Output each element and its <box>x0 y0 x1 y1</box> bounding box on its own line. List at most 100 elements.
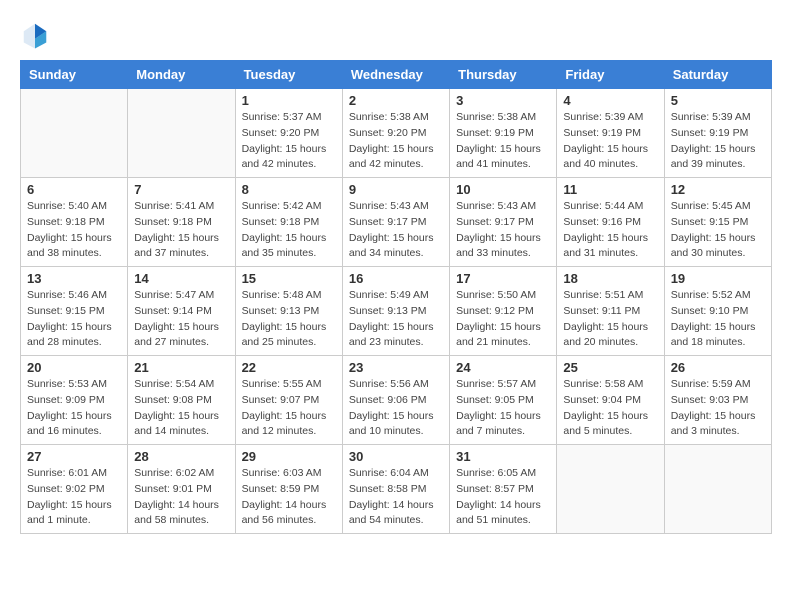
calendar-cell: 11 Sunrise: 5:44 AMSunset: 9:16 PMDayligh… <box>557 178 664 267</box>
calendar-header-row: SundayMondayTuesdayWednesdayThursdayFrid… <box>21 61 772 89</box>
day-info: Sunrise: 5:38 AMSunset: 9:20 PMDaylight:… <box>349 110 443 173</box>
calendar-cell: 21Sunrise: 5:54 AMSunset: 9:08 PMDayligh… <box>128 356 235 445</box>
calendar-cell: 2 Sunrise: 5:38 AMSunset: 9:20 PMDaylight… <box>342 89 449 178</box>
calendar-cell: 7 Sunrise: 5:41 AMSunset: 9:18 PMDaylight… <box>128 178 235 267</box>
calendar-week-row: 27Sunrise: 6:01 AMSunset: 9:02 PMDayligh… <box>21 445 772 534</box>
day-number: 16 <box>349 271 443 286</box>
weekday-header: Monday <box>128 61 235 89</box>
day-info: Sunrise: 5:55 AMSunset: 9:07 PMDaylight:… <box>242 377 336 440</box>
logo <box>20 20 52 50</box>
day-info: Sunrise: 5:59 AMSunset: 9:03 PMDaylight:… <box>671 377 765 440</box>
day-number: 4 <box>563 93 657 108</box>
weekday-header: Wednesday <box>342 61 449 89</box>
day-number: 18 <box>563 271 657 286</box>
weekday-header: Tuesday <box>235 61 342 89</box>
logo-icon <box>20 20 50 50</box>
day-number: 6 <box>27 182 121 197</box>
calendar-week-row: 13 Sunrise: 5:46 AMSunset: 9:15 PMDayligh… <box>21 267 772 356</box>
day-info: Sunrise: 5:58 AMSunset: 9:04 PMDaylight:… <box>563 377 657 440</box>
calendar-cell: 14 Sunrise: 5:47 AMSunset: 9:14 PMDayligh… <box>128 267 235 356</box>
day-number: 7 <box>134 182 228 197</box>
calendar-cell: 31 Sunrise: 6:05 AMSunset: 8:57 PMDayligh… <box>450 445 557 534</box>
calendar-week-row: 20 Sunrise: 5:53 AMSunset: 9:09 PMDayligh… <box>21 356 772 445</box>
weekday-header: Thursday <box>450 61 557 89</box>
calendar-cell: 3 Sunrise: 5:38 AMSunset: 9:19 PMDaylight… <box>450 89 557 178</box>
day-number: 24 <box>456 360 550 375</box>
day-number: 21 <box>134 360 228 375</box>
calendar-cell <box>557 445 664 534</box>
day-number: 28 <box>134 449 228 464</box>
day-number: 19 <box>671 271 765 286</box>
calendar-table: SundayMondayTuesdayWednesdayThursdayFrid… <box>20 60 772 534</box>
day-number: 31 <box>456 449 550 464</box>
day-number: 1 <box>242 93 336 108</box>
calendar-cell: 6Sunrise: 5:40 AMSunset: 9:18 PMDaylight… <box>21 178 128 267</box>
day-info: Sunrise: 5:39 AMSunset: 9:19 PMDaylight:… <box>671 110 765 173</box>
day-info: Sunrise: 6:03 AMSunset: 8:59 PMDaylight:… <box>242 466 336 529</box>
day-number: 17 <box>456 271 550 286</box>
calendar-cell: 29 Sunrise: 6:03 AMSunset: 8:59 PMDayligh… <box>235 445 342 534</box>
calendar-cell: 19 Sunrise: 5:52 AMSunset: 9:10 PMDayligh… <box>664 267 771 356</box>
calendar-cell: 17 Sunrise: 5:50 AMSunset: 9:12 PMDayligh… <box>450 267 557 356</box>
calendar-cell: 5 Sunrise: 5:39 AMSunset: 9:19 PMDaylight… <box>664 89 771 178</box>
calendar-cell <box>664 445 771 534</box>
calendar-cell: 9Sunrise: 5:43 AMSunset: 9:17 PMDaylight… <box>342 178 449 267</box>
day-info: Sunrise: 5:45 AMSunset: 9:15 PMDaylight:… <box>671 199 765 262</box>
calendar-cell: 10 Sunrise: 5:43 AMSunset: 9:17 PMDayligh… <box>450 178 557 267</box>
calendar-cell <box>128 89 235 178</box>
day-info: Sunrise: 5:37 AMSunset: 9:20 PMDaylight:… <box>242 110 336 173</box>
day-info: Sunrise: 5:47 AMSunset: 9:14 PMDaylight:… <box>134 288 228 351</box>
day-number: 20 <box>27 360 121 375</box>
day-info: Sunrise: 5:42 AMSunset: 9:18 PMDaylight:… <box>242 199 336 262</box>
day-number: 2 <box>349 93 443 108</box>
day-number: 11 <box>563 182 657 197</box>
weekday-header: Sunday <box>21 61 128 89</box>
calendar-cell: 22Sunrise: 5:55 AMSunset: 9:07 PMDayligh… <box>235 356 342 445</box>
calendar-cell: 8 Sunrise: 5:42 AMSunset: 9:18 PMDaylight… <box>235 178 342 267</box>
day-number: 25 <box>563 360 657 375</box>
day-info: Sunrise: 5:56 AMSunset: 9:06 PMDaylight:… <box>349 377 443 440</box>
day-info: Sunrise: 5:38 AMSunset: 9:19 PMDaylight:… <box>456 110 550 173</box>
calendar-cell: 13 Sunrise: 5:46 AMSunset: 9:15 PMDayligh… <box>21 267 128 356</box>
day-info: Sunrise: 5:48 AMSunset: 9:13 PMDaylight:… <box>242 288 336 351</box>
day-info: Sunrise: 6:04 AMSunset: 8:58 PMDaylight:… <box>349 466 443 529</box>
day-info: Sunrise: 5:50 AMSunset: 9:12 PMDaylight:… <box>456 288 550 351</box>
calendar-cell <box>21 89 128 178</box>
calendar-cell: 27Sunrise: 6:01 AMSunset: 9:02 PMDayligh… <box>21 445 128 534</box>
page-header <box>20 20 772 50</box>
day-info: Sunrise: 5:53 AMSunset: 9:09 PMDaylight:… <box>27 377 121 440</box>
day-number: 5 <box>671 93 765 108</box>
calendar-cell: 16 Sunrise: 5:49 AMSunset: 9:13 PMDayligh… <box>342 267 449 356</box>
day-info: Sunrise: 5:57 AMSunset: 9:05 PMDaylight:… <box>456 377 550 440</box>
calendar-week-row: 1 Sunrise: 5:37 AMSunset: 9:20 PMDaylight… <box>21 89 772 178</box>
weekday-header: Saturday <box>664 61 771 89</box>
day-info: Sunrise: 5:44 AMSunset: 9:16 PMDaylight:… <box>563 199 657 262</box>
calendar-cell: 12Sunrise: 5:45 AMSunset: 9:15 PMDayligh… <box>664 178 771 267</box>
day-info: Sunrise: 5:46 AMSunset: 9:15 PMDaylight:… <box>27 288 121 351</box>
day-number: 8 <box>242 182 336 197</box>
day-number: 15 <box>242 271 336 286</box>
day-number: 30 <box>349 449 443 464</box>
day-number: 9 <box>349 182 443 197</box>
calendar-cell: 20 Sunrise: 5:53 AMSunset: 9:09 PMDayligh… <box>21 356 128 445</box>
day-number: 26 <box>671 360 765 375</box>
calendar-cell: 18 Sunrise: 5:51 AMSunset: 9:11 PMDayligh… <box>557 267 664 356</box>
day-number: 13 <box>27 271 121 286</box>
day-info: Sunrise: 6:02 AMSunset: 9:01 PMDaylight:… <box>134 466 228 529</box>
weekday-header: Friday <box>557 61 664 89</box>
calendar-cell: 4 Sunrise: 5:39 AMSunset: 9:19 PMDaylight… <box>557 89 664 178</box>
day-info: Sunrise: 5:49 AMSunset: 9:13 PMDaylight:… <box>349 288 443 351</box>
day-info: Sunrise: 5:39 AMSunset: 9:19 PMDaylight:… <box>563 110 657 173</box>
day-number: 3 <box>456 93 550 108</box>
day-info: Sunrise: 6:05 AMSunset: 8:57 PMDaylight:… <box>456 466 550 529</box>
day-info: Sunrise: 5:51 AMSunset: 9:11 PMDaylight:… <box>563 288 657 351</box>
calendar-cell: 28 Sunrise: 6:02 AMSunset: 9:01 PMDayligh… <box>128 445 235 534</box>
day-info: Sunrise: 6:01 AMSunset: 9:02 PMDaylight:… <box>27 466 121 529</box>
day-info: Sunrise: 5:43 AMSunset: 9:17 PMDaylight:… <box>456 199 550 262</box>
day-number: 10 <box>456 182 550 197</box>
day-number: 29 <box>242 449 336 464</box>
day-number: 23 <box>349 360 443 375</box>
day-number: 14 <box>134 271 228 286</box>
day-info: Sunrise: 5:41 AMSunset: 9:18 PMDaylight:… <box>134 199 228 262</box>
day-info: Sunrise: 5:52 AMSunset: 9:10 PMDaylight:… <box>671 288 765 351</box>
